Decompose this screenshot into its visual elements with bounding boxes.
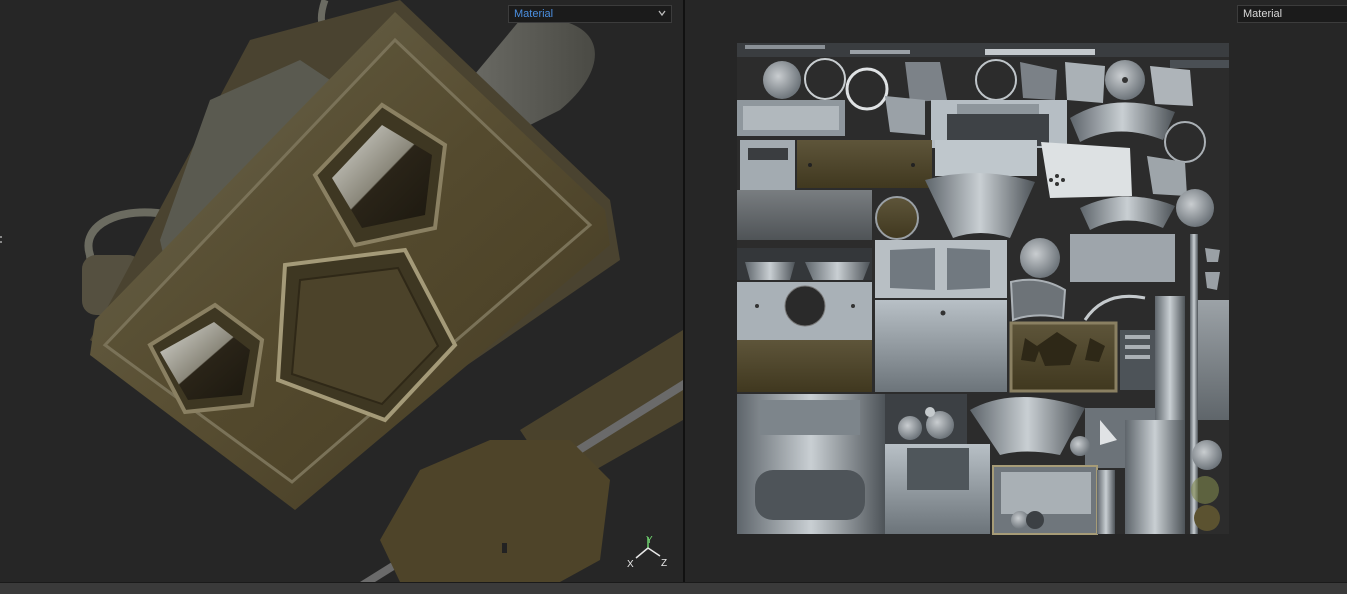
axis-y-label: Y bbox=[646, 535, 653, 546]
3d-viewport[interactable]: Y X Z Material bbox=[0, 0, 683, 582]
3d-model-render[interactable]: Y X Z bbox=[0, 0, 683, 582]
viewport-resize-handle[interactable] bbox=[0, 232, 3, 243]
bottom-status-bar bbox=[0, 582, 1347, 594]
material-dropdown-uv[interactable]: Material bbox=[1237, 5, 1347, 23]
material-dropdown-uv-value: Material bbox=[1243, 8, 1283, 20]
axis-z-label: Z bbox=[661, 558, 667, 569]
bottom-disc bbox=[380, 440, 610, 582]
uv-texture-map[interactable] bbox=[685, 0, 1347, 582]
chevron-down-icon bbox=[658, 10, 666, 17]
axis-x-label: X bbox=[627, 559, 634, 570]
material-dropdown-3d[interactable]: Material bbox=[508, 5, 672, 23]
axis-gizmo: Y X Z bbox=[627, 535, 667, 570]
uv-viewport[interactable]: Material bbox=[685, 0, 1347, 582]
material-dropdown-3d-value: Material bbox=[514, 8, 554, 20]
disc-slot bbox=[502, 543, 507, 553]
